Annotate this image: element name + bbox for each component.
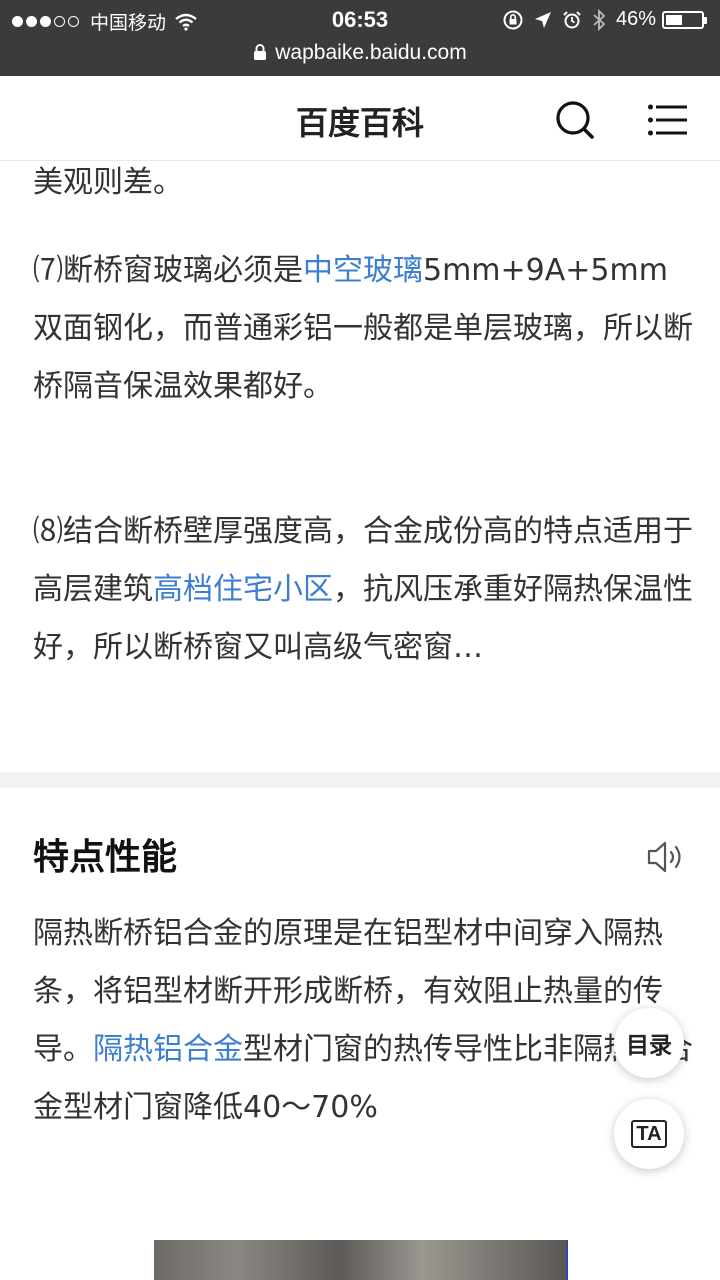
section-divider — [0, 772, 720, 788]
status-right: 46% — [492, 8, 707, 31]
text-size-button[interactable]: TA — [614, 1099, 684, 1169]
status-bar: 中国移动 06:53 46% — [0, 0, 720, 40]
paragraph-continued: 美观则差。 — [33, 165, 183, 200]
toc-label: 目录 — [626, 1033, 672, 1059]
menu-icon[interactable] — [648, 104, 688, 136]
text-size-icon: TA — [631, 1120, 667, 1148]
section-title: 特点性能 — [33, 837, 178, 878]
article-image[interactable] — [154, 1240, 568, 1280]
section-paragraph: 隔热断桥铝合金的原理是在铝型材中间穿入隔热条，将铝型材断开形成断桥，有效阻止热量… — [33, 905, 693, 1137]
rotation-lock-icon — [503, 10, 523, 29]
link-high-end-residential[interactable]: 高档住宅小区 — [153, 572, 333, 607]
location-icon — [534, 11, 551, 28]
url-text[interactable]: wapbaike.baidu.com — [275, 41, 466, 64]
paragraph-7: ⑺断桥窗玻璃必须是中空玻璃5mm+9A+5mm双面钢化，而普通彩铝一般都是单层玻… — [33, 242, 693, 416]
paragraph-8: ⑻结合断桥壁厚强度高，合金成份高的特点适用于高层建筑高档住宅小区，抗风压承重好隔… — [33, 503, 693, 677]
alarm-icon — [563, 10, 581, 28]
search-icon[interactable] — [555, 100, 595, 140]
battery-level — [666, 14, 682, 25]
lock-icon — [254, 44, 267, 60]
battery-percentage: 46% — [615, 8, 656, 30]
battery-icon — [662, 10, 707, 29]
paragraph-text: ⑺断桥窗玻璃必须是 — [33, 253, 303, 288]
site-header: 百度百科 — [0, 76, 720, 161]
site-title[interactable]: 百度百科 — [0, 98, 720, 144]
bluetooth-icon — [593, 8, 606, 31]
speaker-icon[interactable] — [646, 840, 686, 874]
link-hollow-glass[interactable]: 中空玻璃 — [303, 253, 423, 288]
table-of-contents-button[interactable]: 目录 — [614, 1008, 684, 1078]
link-thermal-aluminum[interactable]: 隔热铝合金 — [93, 1032, 243, 1067]
address-bar[interactable]: wapbaike.baidu.com — [0, 40, 720, 76]
